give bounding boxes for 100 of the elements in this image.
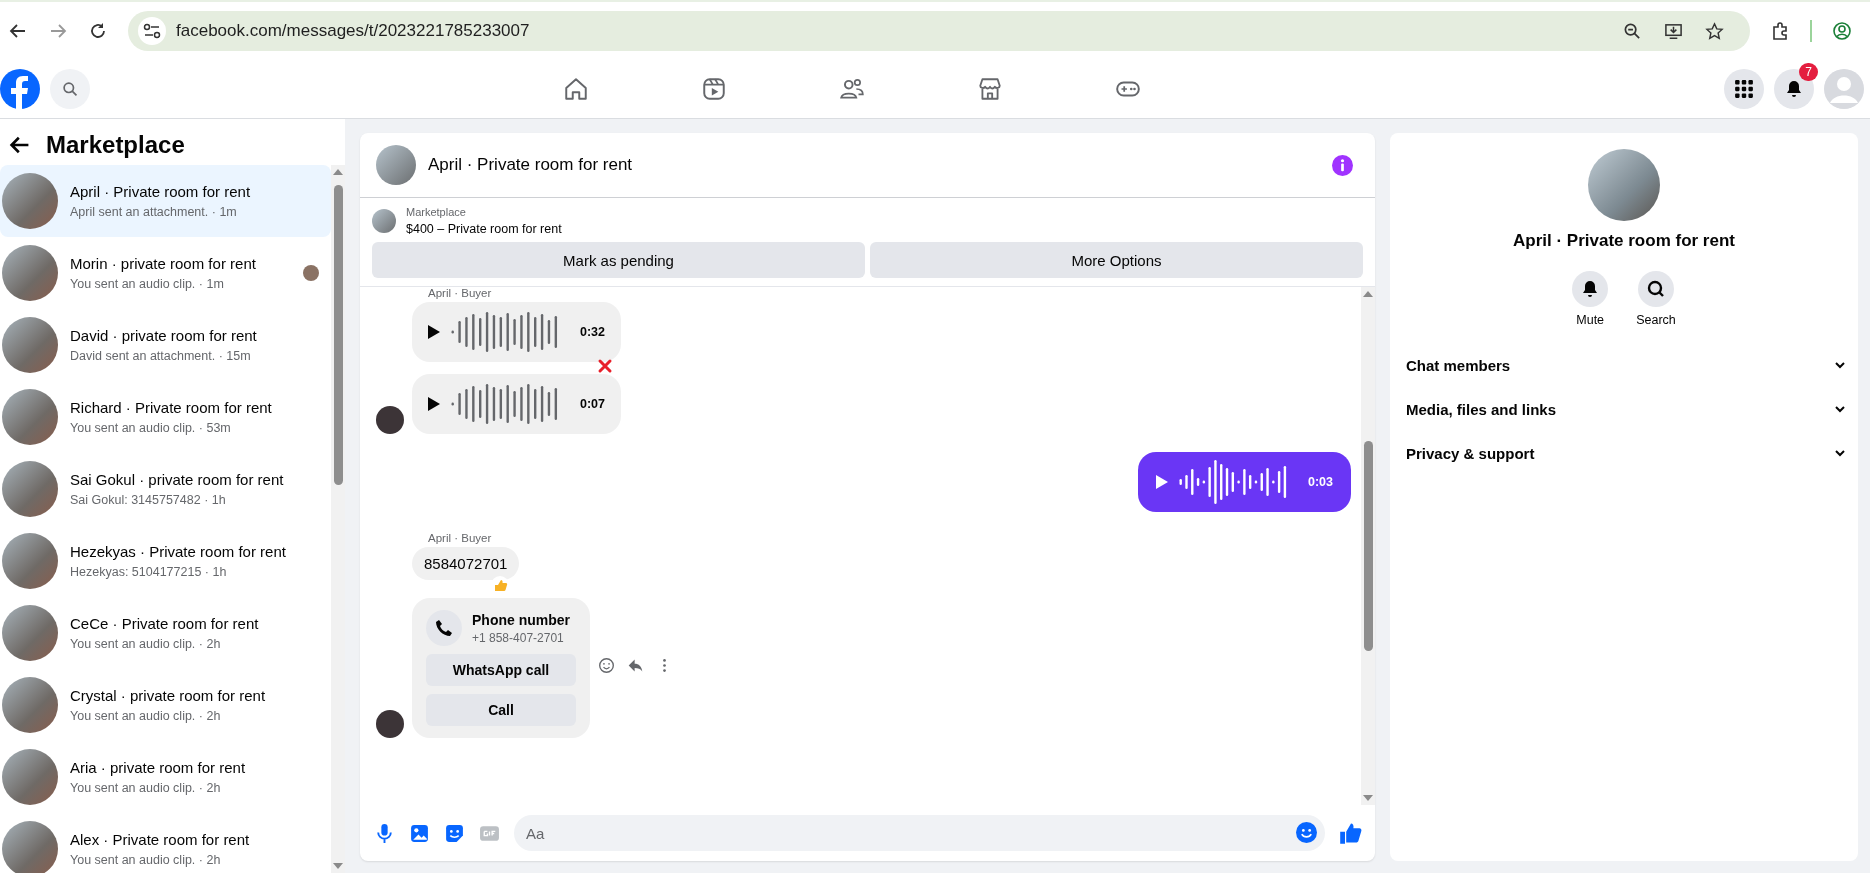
conversation-item[interactable]: Sai Gokul · private room for rent Sai Gokul: 3145757482 · 1h [0, 453, 331, 525]
photo-placeholder [2, 677, 58, 733]
photo-placeholder [2, 605, 58, 661]
menu-button[interactable] [1724, 69, 1764, 109]
conversation-item[interactable]: CeCe · Private room for rent You sent an audio clip. · 2h [0, 597, 331, 669]
conversation-title: CeCe · Private room for rent [70, 615, 260, 632]
image-icon[interactable] [409, 822, 430, 844]
call-button[interactable]: WhatsApp call [426, 654, 576, 686]
photo-placeholder [2, 245, 58, 301]
conversation-item[interactable]: Crystal · private room for rent You sent an audio clip. · 2h [0, 669, 331, 741]
call-button[interactable]: Call [426, 694, 576, 726]
conversation-title: Morin · private room for rent [70, 255, 257, 272]
emoji-react-icon[interactable] [598, 656, 615, 674]
site-settings-icon[interactable] [138, 17, 166, 45]
install-icon[interactable] [1664, 21, 1683, 41]
conversation-title: Alex · Private room for rent [70, 831, 251, 848]
conversation-title: Richard · Private room for rent [70, 399, 273, 416]
conversation-item[interactable]: Aria · private room for rent You sent an audio clip. · 2h [0, 741, 331, 813]
collapsible-section[interactable]: Privacy & support [1406, 431, 1846, 475]
collapsible-section[interactable]: Media, files and links [1406, 387, 1846, 431]
mute-button[interactable] [1572, 271, 1609, 307]
url-text: facebook.com/messages/t/2023221785233007 [176, 21, 531, 41]
listing-title: $400 – Private room for rent [406, 222, 562, 236]
search-button[interactable] [1638, 271, 1674, 307]
photo-placeholder [2, 389, 58, 445]
phone-icon [426, 610, 462, 646]
audio-duration: 0:03 [1307, 475, 1333, 489]
audio-duration: 0:32 [580, 325, 606, 339]
listing-action-button[interactable]: Mark as pending [372, 242, 865, 278]
logo-icon[interactable] [0, 69, 40, 109]
emoji-icon[interactable] [1296, 822, 1317, 843]
sender-label: April · Buyer [428, 532, 493, 544]
conversation-preview: April sent an attachment. · 1m [70, 205, 238, 219]
conversation-title: Crystal · private room for rent [70, 687, 267, 704]
phone-number: +1 858-407-2701 [472, 630, 565, 645]
photo-placeholder [2, 317, 58, 373]
conversation-item[interactable]: Alex · Private room for rent You sent an audio clip. · 2h [0, 813, 331, 873]
info-icon[interactable] [1332, 154, 1353, 176]
sender-label: April · Buyer [428, 287, 493, 299]
profile-icon[interactable] [1832, 21, 1852, 41]
photo-placeholder [376, 145, 416, 185]
address-bar[interactable]: facebook.com/messages/t/2023221785233007 [128, 11, 1750, 51]
sidebar-title: Marketplace [46, 131, 185, 159]
search-icon [61, 80, 79, 98]
conversation-title: Hezekyas · Private room for rent [70, 543, 287, 560]
extensions-icon[interactable] [1770, 21, 1790, 41]
reload-icon[interactable] [88, 21, 108, 41]
grid-menu-icon [1734, 79, 1754, 99]
scrollbar[interactable] [331, 165, 345, 873]
message-input-field[interactable]: Aa [514, 815, 1325, 851]
store-icon[interactable] [977, 76, 1003, 102]
conversation-item[interactable]: Richard · Private room for rent You sent an audio clip. · 53m [0, 381, 331, 453]
audio-message[interactable]: 0:03 [1137, 452, 1351, 512]
collapsible-section[interactable]: Chat members [1406, 343, 1846, 387]
photo-placeholder [2, 533, 58, 589]
action-label: Mute [1576, 313, 1605, 327]
search-icon [1646, 279, 1666, 299]
conversation-preview: You sent an audio clip. · 53m [70, 421, 232, 435]
play-icon[interactable] [428, 397, 440, 411]
play-icon[interactable] [428, 325, 440, 339]
photo-placeholder [2, 461, 58, 517]
conversation-preview: You sent an audio clip. · 2h [70, 637, 222, 651]
star-icon[interactable] [1705, 21, 1724, 41]
home-icon[interactable] [563, 76, 589, 102]
conversation-preview: You sent an audio clip. · 2h [70, 709, 222, 723]
conversation-title: Sai Gokul · private room for rent [70, 471, 285, 488]
audio-message[interactable]: 0:32 [412, 302, 622, 362]
conversation-preview: Sai Gokul: 3145757482 · 1h [70, 493, 227, 507]
card-title: Phone number [472, 611, 570, 628]
conversation-title: April · Private room for rent [70, 183, 252, 200]
conversation-title: David · private room for rent [70, 327, 258, 344]
conversation-item[interactable]: April · Private room for rent April sent an attachment. · 1m [0, 165, 331, 237]
audio-message[interactable]: 0:07 [412, 374, 622, 434]
zoom-icon[interactable] [1623, 21, 1642, 41]
people-icon[interactable] [839, 76, 865, 102]
audio-duration: 0:07 [580, 397, 606, 411]
conversation-title: Aria · private room for rent [70, 759, 247, 776]
microphone-icon[interactable] [374, 822, 395, 844]
thumbs-up-icon[interactable] [1339, 821, 1363, 845]
conversation-preview: You sent an audio clip. · 1m [70, 277, 225, 291]
conversation-name: April · Private room for rent [1513, 231, 1735, 251]
sticker-icon[interactable] [444, 822, 465, 844]
notifications-button[interactable] [1774, 69, 1814, 109]
video-icon[interactable] [701, 76, 727, 102]
conversation-preview: David sent an attachment. · 15m [70, 349, 252, 363]
action-label: Search [1636, 313, 1676, 327]
conversation-item[interactable]: Hezekyas · Private room for rent Hezekyas: 5104177215 · 1h [0, 525, 331, 597]
section-title: Media, files and links [1406, 400, 1557, 418]
bell-icon [1784, 79, 1804, 99]
photo-placeholder [2, 173, 58, 229]
conversation-item[interactable]: Morin · private room for rent You sent an audio clip. · 1m [0, 237, 331, 309]
section-title: Privacy & support [1406, 444, 1535, 462]
listing-action-button[interactable]: More Options [870, 242, 1363, 278]
notification-count: 7 [1799, 63, 1818, 81]
conversation-preview: You sent an audio clip. · 2h [70, 781, 222, 795]
play-icon[interactable] [1155, 475, 1168, 489]
section-title: Chat members [1406, 356, 1511, 374]
scrollbar[interactable] [1361, 287, 1375, 805]
chat-title: April · Private room for rent [428, 155, 634, 175]
conversation-item[interactable]: David · private room for rent David sent an attachment. · 15m [0, 309, 331, 381]
